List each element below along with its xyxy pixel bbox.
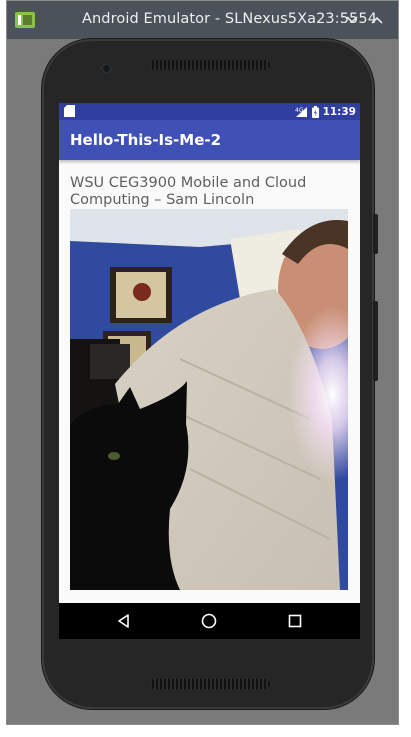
- power-button[interactable]: [373, 214, 378, 254]
- home-icon[interactable]: [200, 612, 218, 630]
- network-4g-icon: 4G: [295, 106, 307, 117]
- status-time: 11:39: [322, 105, 356, 118]
- maximize-chevron-icon[interactable]: [369, 12, 385, 28]
- network-label: 4G: [295, 107, 304, 114]
- status-icons: 4G 11:39: [295, 103, 356, 120]
- window-titlebar[interactable]: Android Emulator - SLNexus5Xa23:5554: [7, 1, 398, 39]
- android-emulator-icon: [15, 12, 35, 28]
- body-text: WSU CEG3900 Mobile and Cloud Computing –…: [70, 175, 307, 208]
- status-bar: 4G 11:39: [59, 103, 360, 120]
- phone-frame: 4G 11:39 Hello-This-Is-Me-2 WSU CEG3900 …: [42, 39, 378, 709]
- device-screen: 4G 11:39 Hello-This-Is-Me-2 WSU CEG3900 …: [59, 103, 360, 639]
- recents-icon[interactable]: [286, 612, 304, 630]
- navigation-bar: [59, 603, 360, 639]
- profile-photo: [70, 209, 348, 590]
- battery-icon: [311, 105, 319, 118]
- minimize-chevron-icon[interactable]: [344, 12, 360, 28]
- app-title: Hello-This-Is-Me-2: [70, 131, 222, 149]
- emulator-window: Android Emulator - SLNexus5Xa23:5554 4G: [6, 0, 399, 725]
- sd-card-icon: [64, 105, 75, 117]
- app-bar: Hello-This-Is-Me-2: [59, 120, 360, 160]
- earpiece-speaker: [150, 60, 270, 70]
- back-icon[interactable]: [115, 612, 133, 630]
- front-camera: [103, 65, 110, 72]
- volume-button[interactable]: [373, 301, 378, 381]
- photo-image: [70, 209, 348, 590]
- bottom-speaker: [150, 679, 270, 689]
- window-title: Android Emulator - SLNexus5Xa23:5554: [82, 11, 378, 27]
